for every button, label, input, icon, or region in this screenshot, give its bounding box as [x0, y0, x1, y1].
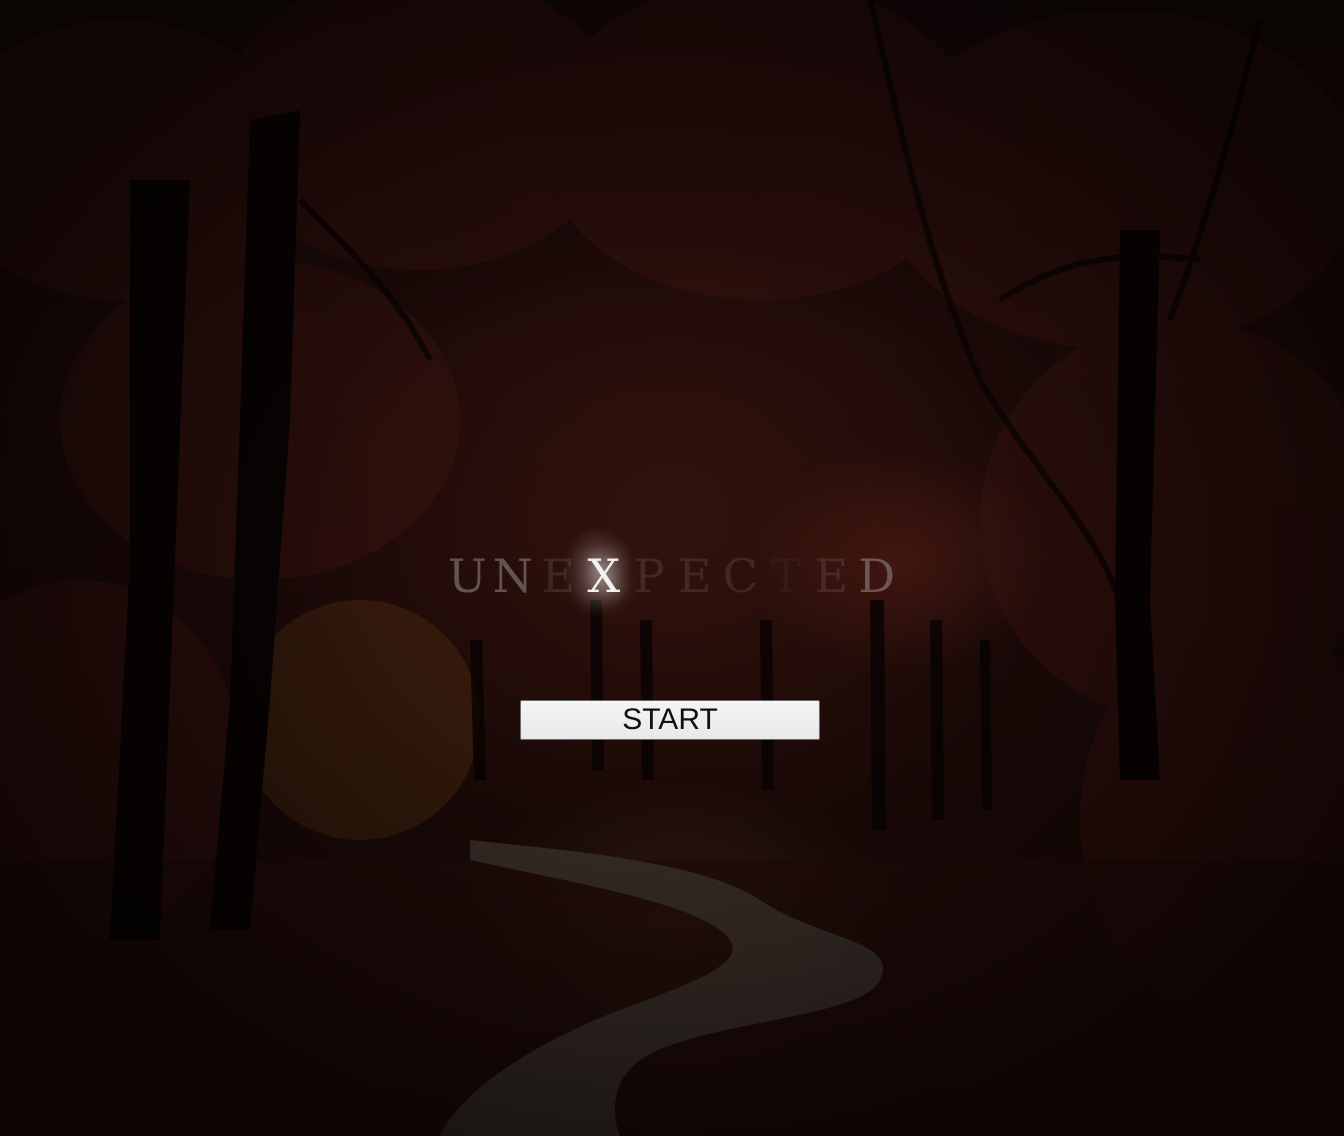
title-letter: E: [814, 549, 849, 603]
title-letter: T: [770, 549, 802, 603]
title-letter: U: [447, 549, 487, 603]
game-title: UNEXPECTED: [0, 546, 1344, 606]
start-button[interactable]: START: [520, 700, 820, 740]
title-letter: E: [677, 549, 712, 603]
title-letter: N: [492, 549, 533, 603]
title-letter-highlighted: X: [587, 549, 621, 603]
title-letter: C: [722, 549, 758, 603]
title-letter: E: [541, 549, 576, 603]
title-letter: P: [633, 549, 665, 603]
title-letter: D: [858, 549, 896, 603]
